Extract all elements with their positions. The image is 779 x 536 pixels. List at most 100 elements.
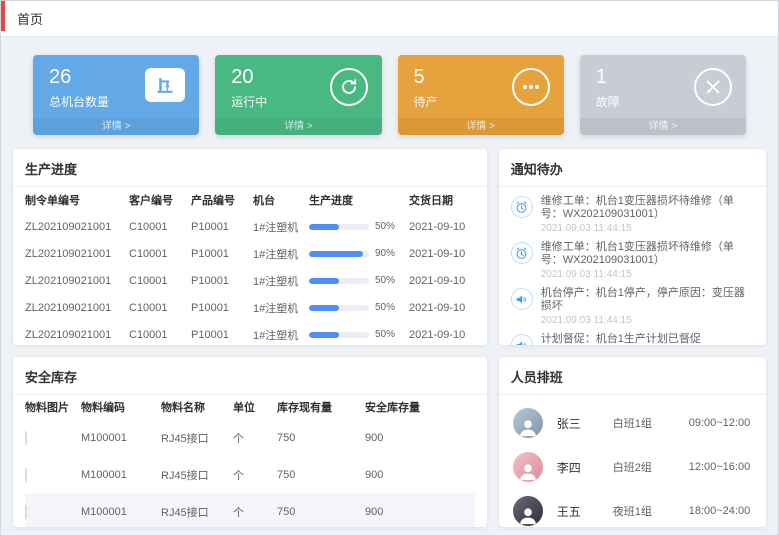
stat-label: 总机台数量 <box>49 93 109 110</box>
unit: 个 <box>233 430 277 446</box>
notification-text: 计划督促：机台1生产计划已督促 <box>541 333 701 345</box>
list-item[interactable]: 机台停产：机台1停产，停产原因：变压器损坏 2021.09.03 11:44:1… <box>511 287 754 326</box>
col-header: 库存现有量 <box>277 399 365 415</box>
speaker-icon <box>511 334 533 345</box>
panel-title: 通知待办 <box>499 149 766 187</box>
machine: 1#注塑机 <box>253 246 309 262</box>
col-header: 安全库存量 <box>365 399 475 415</box>
stat-cards-row: 26 总机台数量 详情 > 20 运行中 <box>13 55 766 135</box>
table-row: ZL202109021001 C10001 P10001 1#注塑机 50% 2… <box>25 267 475 294</box>
stat-value: 1 <box>596 65 620 89</box>
notification-time: 2021.09.03 11:44:15 <box>541 315 754 326</box>
production-table: 制令单编号 客户编号 产品编号 机台 生产进度 交货日期 ZL202109021… <box>13 187 487 345</box>
product-no: P10001 <box>191 329 253 341</box>
person-name: 王五 <box>557 503 613 520</box>
progress-label: 50% <box>375 302 395 313</box>
detail-link-total[interactable]: 详情 > <box>33 118 199 135</box>
shift-time: 12:00~16:00 <box>689 461 752 473</box>
col-header: 物料编码 <box>81 399 161 415</box>
order-no: ZL202109021001 <box>25 221 129 233</box>
machine: 1#注塑机 <box>253 300 309 316</box>
material-code: M100001 <box>81 506 161 518</box>
list-item[interactable]: 计划督促：机台1生产计划已督促 2021.09.03 11:44:15 <box>511 333 754 345</box>
stat-label: 运行中 <box>231 93 267 110</box>
table-row: ZL202109021001 C10001 P10001 1#注塑机 90% 2… <box>25 240 475 267</box>
machine-icon <box>145 68 185 102</box>
order-no: ZL202109021001 <box>25 248 129 260</box>
material-name: RJ45接口 <box>161 467 233 483</box>
stat-value: 20 <box>231 65 267 89</box>
schedule-list: 张三 白班1组 09:00~12:00 李四 白班2组 12:00~16:00 <box>499 395 766 527</box>
person-name: 张三 <box>557 415 613 432</box>
material-name: RJ45接口 <box>161 430 233 446</box>
product-no: P10001 <box>191 221 253 233</box>
progress-cell: 90% <box>309 248 409 259</box>
avatar <box>513 452 543 482</box>
stock-qty: 750 <box>277 469 365 481</box>
material-image <box>25 505 27 519</box>
material-image <box>25 431 27 445</box>
detail-link-running[interactable]: 详情 > <box>215 118 381 135</box>
delivery-date: 2021-09-10 <box>409 221 475 233</box>
list-item: 张三 白班1组 09:00~12:00 <box>513 401 752 445</box>
customer-no: C10001 <box>129 329 191 341</box>
delivery-date: 2021-09-10 <box>409 302 475 314</box>
list-item: 王五 夜班1组 18:00~24:00 <box>513 489 752 527</box>
customer-no: C10001 <box>129 275 191 287</box>
notification-time: 2021.09.03 11:44:15 <box>541 223 754 234</box>
more-icon <box>512 68 550 106</box>
speaker-icon <box>511 288 533 310</box>
detail-link-waiting[interactable]: 详情 > <box>398 118 564 135</box>
production-progress-panel: 生产进度 制令单编号 客户编号 产品编号 机台 生产进度 交货日期 ZL2021… <box>13 149 487 345</box>
stat-label: 待产 <box>414 93 438 110</box>
machine: 1#注塑机 <box>253 327 309 343</box>
notification-text: 维修工单：机台1变压器损坏待维修（单号：WX202109031001） <box>541 241 754 267</box>
progress-bar <box>309 224 369 230</box>
list-item[interactable]: 维修工单：机台1变压器损坏待维修（单号：WX202109031001） 2021… <box>511 195 754 234</box>
safety-qty: 900 <box>365 506 475 518</box>
material-image <box>25 468 27 482</box>
order-no: ZL202109021001 <box>25 329 129 341</box>
progress-label: 50% <box>375 275 395 286</box>
running-icon <box>330 68 368 106</box>
col-header: 单位 <box>233 399 277 415</box>
stat-label: 故障 <box>596 93 620 110</box>
customer-no: C10001 <box>129 248 191 260</box>
stat-card-total-machines: 26 总机台数量 详情 > <box>33 55 199 135</box>
machine: 1#注塑机 <box>253 273 309 289</box>
stock-qty: 750 <box>277 506 365 518</box>
progress-label: 90% <box>375 248 395 259</box>
clock-icon <box>511 242 533 264</box>
notification-text: 维修工单：机台1变压器损坏待维修（单号：WX202109031001） <box>541 195 754 221</box>
col-header: 交货日期 <box>409 192 475 208</box>
product-no: P10001 <box>191 248 253 260</box>
notification-list: 维修工单：机台1变压器损坏待维修（单号：WX202109031001） 2021… <box>499 187 766 345</box>
table-header-row: 物料图片 物料编码 物料名称 单位 库存现有量 安全库存量 <box>25 395 475 419</box>
table-row: M100001 RJ45接口 个 750 900 <box>25 493 475 527</box>
col-header: 客户编号 <box>129 192 191 208</box>
stat-card-running: 20 运行中 详情 > <box>215 55 381 135</box>
person-name: 李四 <box>557 459 613 476</box>
delivery-date: 2021-09-10 <box>409 329 475 341</box>
unit: 个 <box>233 467 277 483</box>
table-row: ZL202109021001 C10001 P10001 1#注塑机 50% 2… <box>25 321 475 345</box>
shift-label: 夜班1组 <box>613 503 689 519</box>
unit: 个 <box>233 504 277 520</box>
delivery-date: 2021-09-10 <box>409 275 475 287</box>
progress-cell: 50% <box>309 329 409 340</box>
list-item: 李四 白班2组 12:00~16:00 <box>513 445 752 489</box>
table-row: ZL202109021001 C10001 P10001 1#注塑机 50% 2… <box>25 294 475 321</box>
avatar <box>513 496 543 526</box>
panel-title: 安全库存 <box>13 357 487 395</box>
progress-bar <box>309 332 369 338</box>
customer-no: C10001 <box>129 221 191 233</box>
safety-qty: 900 <box>365 432 475 444</box>
progress-cell: 50% <box>309 221 409 232</box>
machine: 1#注塑机 <box>253 219 309 235</box>
tab-home[interactable]: 首页 <box>17 9 43 28</box>
material-name: RJ45接口 <box>161 504 233 520</box>
list-item[interactable]: 维修工单：机台1变压器损坏待维修（单号：WX202109031001） 2021… <box>511 241 754 280</box>
avatar <box>513 408 543 438</box>
order-no: ZL202109021001 <box>25 275 129 287</box>
detail-link-fault[interactable]: 详情 > <box>580 118 746 135</box>
